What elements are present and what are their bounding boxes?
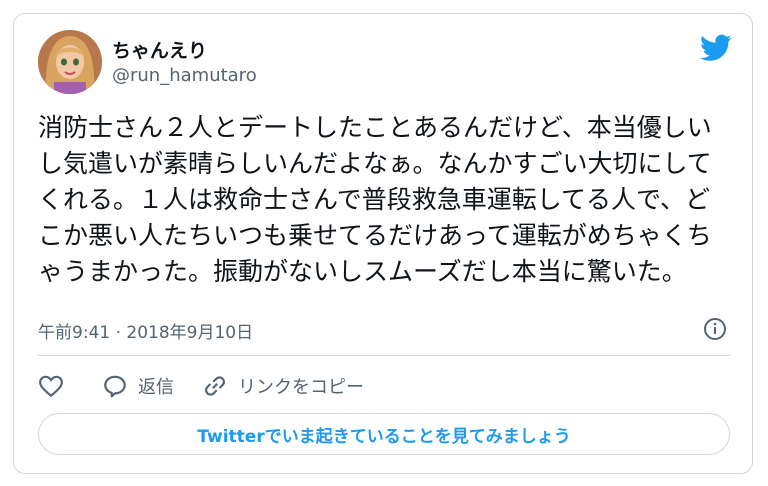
like-button[interactable] xyxy=(38,373,74,399)
copy-link-button[interactable]: リンクをコピー xyxy=(202,373,364,399)
link-icon xyxy=(205,376,225,396)
tweet-card: ちゃんえり @run_hamutaro 消防士さん２人とデートしたことあるんだけ… xyxy=(13,13,753,474)
author-handle[interactable]: @run_hamutaro xyxy=(112,65,257,86)
divider xyxy=(38,355,730,356)
info-icon[interactable] xyxy=(703,317,727,341)
copy-link-label: リンクをコピー xyxy=(238,377,364,398)
see-whats-happening-button[interactable]: Twitterでいま起きていることを見てみましょう xyxy=(38,413,730,455)
tweet-text: 消防士さん２人とデートしたことあるんだけど、本当優しいし気遣いが素晴らしいんだよ… xyxy=(38,113,712,286)
twitter-bird-icon[interactable] xyxy=(700,34,732,62)
author-name[interactable]: ちゃんえり xyxy=(112,36,207,63)
reply-bubble-icon xyxy=(104,375,126,398)
tweet-timestamp[interactable]: 午前9:41 · 2018年9月10日 xyxy=(38,318,253,343)
heart-icon xyxy=(39,375,63,398)
action-bar: 返信 リンクをコピー xyxy=(38,366,392,406)
avatar-image xyxy=(38,30,102,94)
reply-label: 返信 xyxy=(138,377,174,398)
avatar[interactable] xyxy=(38,30,102,94)
reply-button[interactable]: 返信 xyxy=(102,373,174,399)
cta-label: Twitterでいま起きていることを見てみましょう xyxy=(197,426,571,447)
